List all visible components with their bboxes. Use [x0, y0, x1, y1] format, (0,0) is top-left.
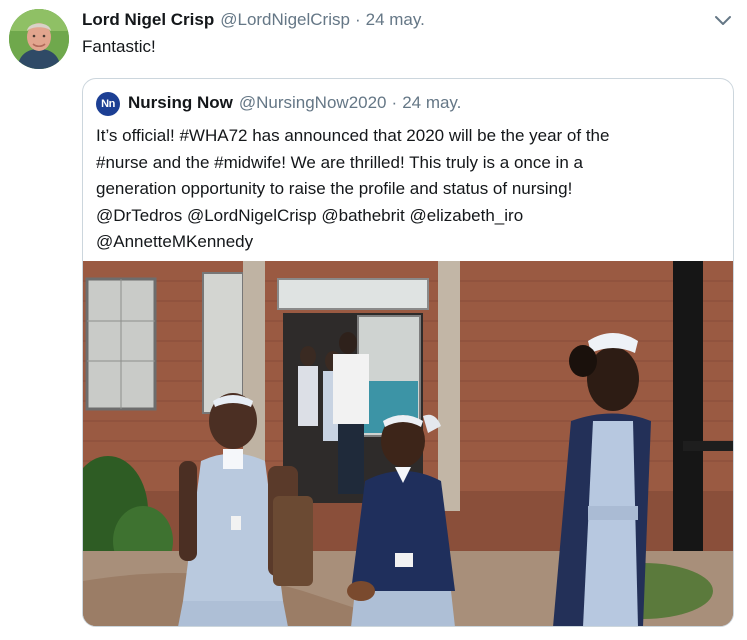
- quoted-text-line: @DrTedros @LordNigelCrisp @bathebrit @el…: [96, 205, 524, 225]
- author-name[interactable]: Lord Nigel Crisp: [82, 10, 214, 30]
- separator-dot: ·: [391, 93, 398, 112]
- quoted-tweet-photo[interactable]: [83, 261, 733, 626]
- avatar-photo: [9, 9, 69, 69]
- tweet: Lord Nigel Crisp @LordNigelCrisp · 24 ma…: [0, 0, 747, 640]
- quoted-tweet[interactable]: Nn Nursing Now @NursingNow2020 · 24 may.…: [82, 78, 734, 627]
- quoted-author-handle[interactable]: @NursingNow2020: [239, 93, 387, 113]
- nurses-photo: [83, 261, 733, 626]
- nursing-now-logo-icon: Nn: [96, 92, 120, 116]
- quoted-tweet-date[interactable]: 24 may.: [402, 93, 461, 113]
- quoted-author-name[interactable]: Nursing Now: [128, 93, 233, 113]
- quoted-text-line: @AnnetteMKennedy: [96, 232, 254, 251]
- quoted-tweet-text: It’s official! #WHA72 has announced that…: [96, 123, 696, 256]
- quoted-text-line: generation opportunity to raise the prof…: [96, 179, 573, 198]
- quoted-text-line: It’s official! #WHA72 has announced that…: [96, 126, 610, 145]
- author-avatar[interactable]: [9, 9, 69, 69]
- separator-dot: ·: [354, 10, 361, 29]
- tweet-date[interactable]: 24 may.: [366, 10, 425, 30]
- author-handle[interactable]: @LordNigelCrisp: [220, 10, 350, 30]
- chevron-down-icon[interactable]: [712, 12, 734, 30]
- quoted-text-line: #nurse and the #midwife! We are thrilled…: [96, 152, 583, 172]
- quoted-tweet-header: Nursing Now @NursingNow2020 · 24 may.: [128, 93, 461, 113]
- tweet-header: Lord Nigel Crisp @LordNigelCrisp · 24 ma…: [82, 10, 425, 32]
- tweet-text: Fantastic!: [82, 37, 156, 56]
